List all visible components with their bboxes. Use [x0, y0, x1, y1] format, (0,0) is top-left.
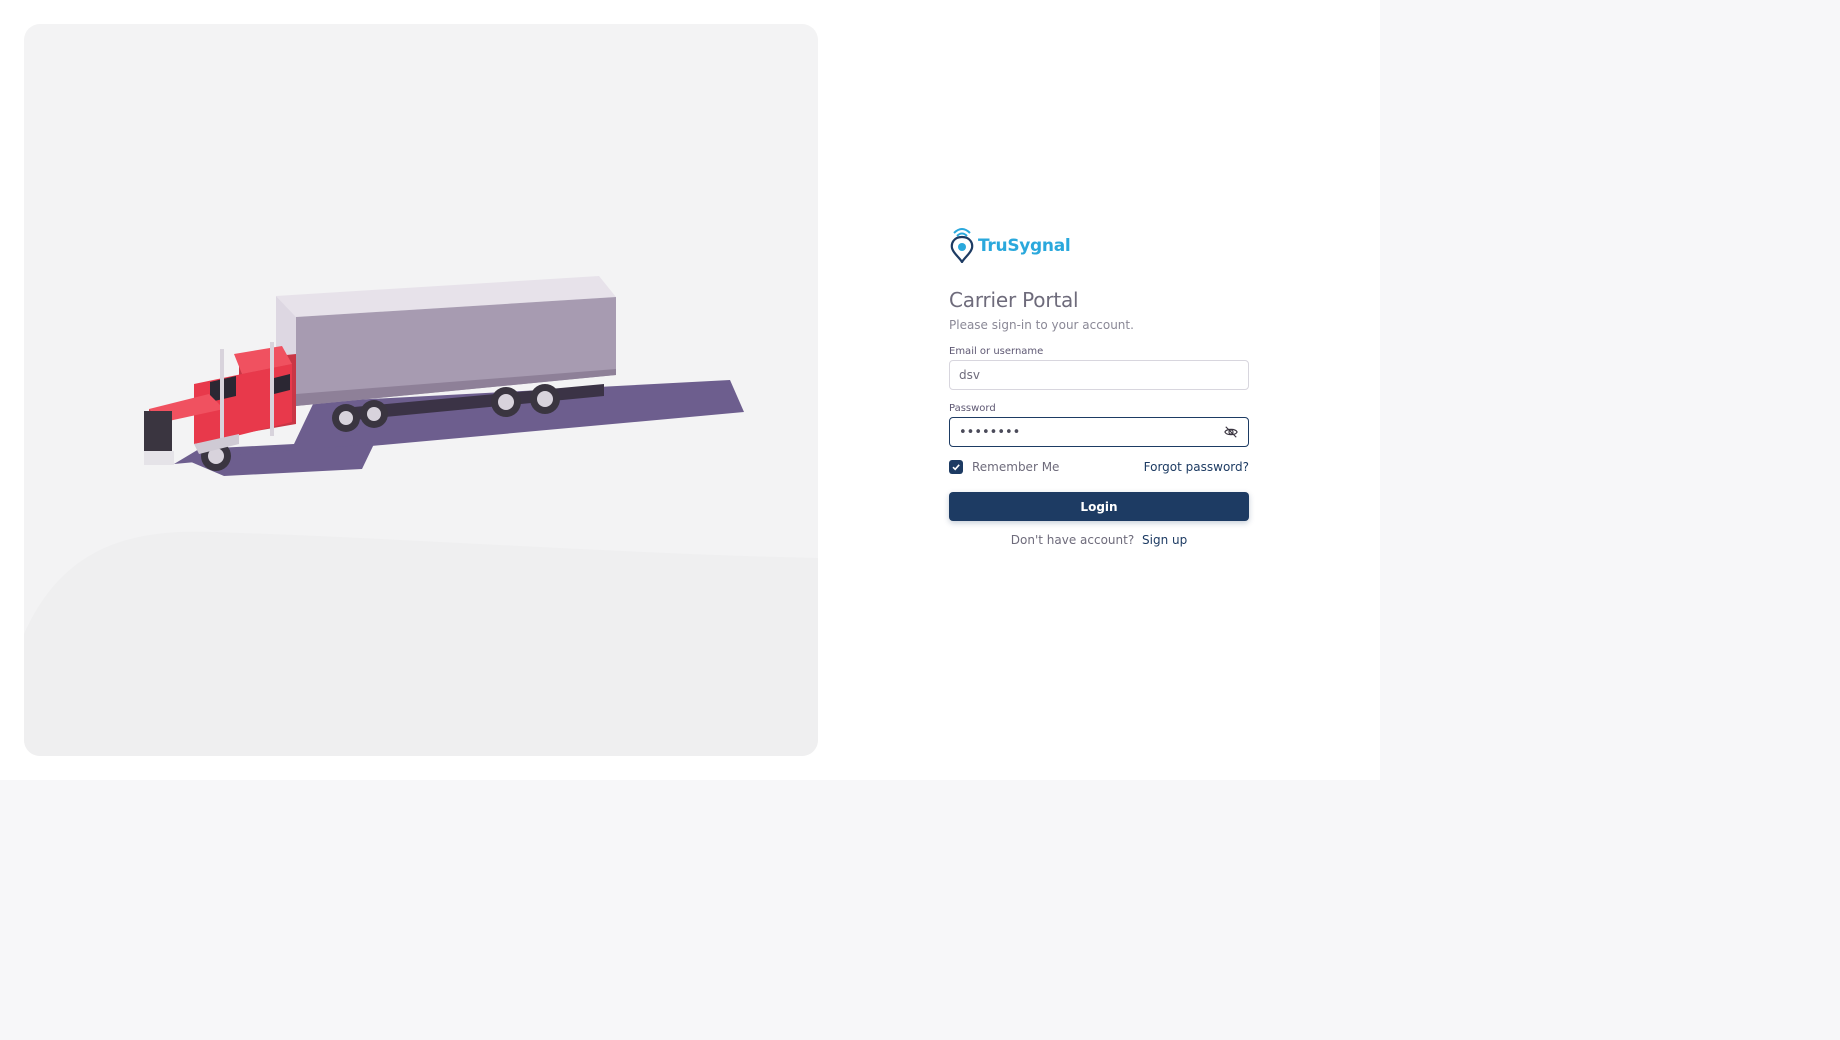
- truck-illustration-panel: [24, 24, 818, 756]
- brand-logo: TruSygnal: [949, 226, 1249, 266]
- remember-checkbox[interactable]: [949, 460, 963, 474]
- forgot-password-link[interactable]: Forgot password?: [1144, 460, 1249, 474]
- email-value: dsv: [959, 368, 980, 382]
- signup-prompt: Don't have account?: [1010, 533, 1135, 547]
- email-label: Email or username: [949, 346, 1044, 357]
- login-button[interactable]: Login: [949, 492, 1249, 521]
- signup-link[interactable]: Sign up: [1142, 533, 1187, 547]
- check-icon: [952, 464, 960, 471]
- password-label: Password: [949, 403, 996, 414]
- eye-off-icon[interactable]: [1223, 424, 1239, 440]
- location-pin-signal-icon: [949, 225, 975, 267]
- signup-row: Don't have account? Sign up: [949, 533, 1249, 547]
- page-subtitle: Please sign-in to your account.: [949, 318, 1134, 332]
- options-row: Remember Me Forgot password?: [949, 458, 1249, 476]
- truck-illustration: [144, 276, 744, 476]
- password-value: ••••••••: [959, 424, 1021, 440]
- email-field[interactable]: dsv: [949, 360, 1249, 390]
- page-title: Carrier Portal: [949, 288, 1079, 312]
- login-page: TruSygnal Carrier Portal Please sign-in …: [0, 0, 1380, 780]
- brand-name: TruSygnal: [978, 236, 1071, 256]
- password-field[interactable]: ••••••••: [949, 417, 1249, 447]
- remember-me[interactable]: Remember Me: [949, 460, 1059, 474]
- login-card: TruSygnal Carrier Portal Please sign-in …: [949, 226, 1249, 547]
- remember-label: Remember Me: [972, 460, 1060, 474]
